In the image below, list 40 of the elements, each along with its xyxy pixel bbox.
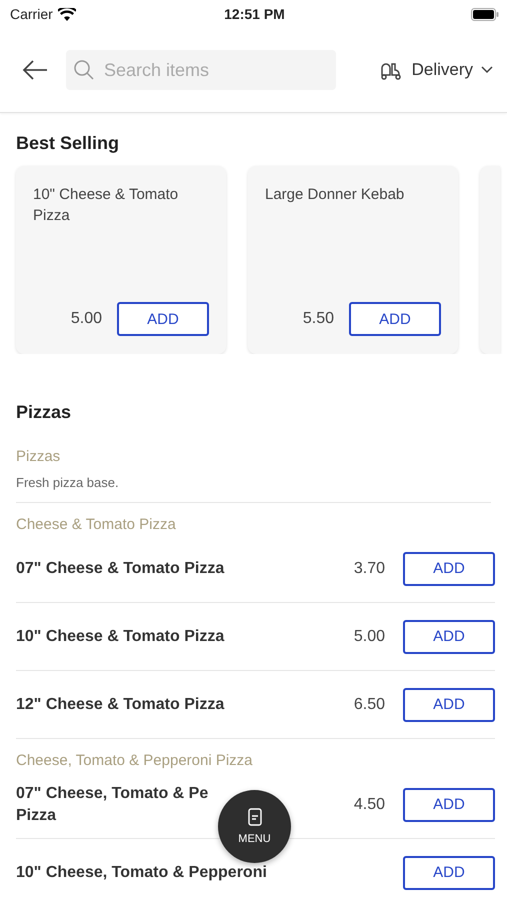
add-button[interactable]: ADD	[117, 302, 209, 336]
item-price: 3.70	[354, 560, 385, 578]
item-name: 07" Cheese & Tomato Pizza	[16, 558, 224, 578]
product-name: 10" Cheese & Tomato Pizza	[33, 185, 180, 226]
add-button[interactable]: ADD	[403, 788, 495, 822]
add-button[interactable]: ADD	[403, 552, 495, 586]
item-name: 10" Cheese & Tomato Pizza	[16, 626, 224, 646]
add-button[interactable]: ADD	[403, 688, 495, 722]
section-heading: Pizzas	[15, 401, 72, 424]
menu-button[interactable]: MENU	[218, 790, 291, 863]
add-button[interactable]: ADD	[403, 856, 495, 890]
clock-text: 12:51 PM	[224, 6, 285, 22]
product-price: 5.50	[302, 310, 334, 328]
product-price: 5.00	[70, 310, 102, 328]
item-price: 4.50	[354, 796, 385, 814]
add-button[interactable]: ADD	[403, 620, 495, 654]
product-card[interactable]: Large Donner Kebab 5.50 ADD	[248, 166, 458, 354]
category-title: Cheese & Tomato Pizza	[15, 515, 177, 535]
back-arrow-icon[interactable]	[22, 60, 48, 80]
item-name: 12" Cheese & Tomato Pizza	[16, 694, 224, 714]
chevron-down-icon	[481, 66, 493, 74]
item-price: 5.00	[354, 628, 385, 646]
menu-icon	[248, 808, 262, 826]
search-box[interactable]: Search items	[66, 50, 336, 90]
delivery-dropdown[interactable]: Delivery	[378, 60, 493, 80]
category-description: Fresh pizza base.	[16, 467, 491, 503]
item-name: 07" Cheese, Tomato & Pe Pizza	[16, 784, 208, 826]
section-heading: Best Selling	[15, 132, 120, 154]
product-card[interactable]: 10" Cheese & Tomato Pizza 5.00 ADD	[16, 166, 226, 354]
wifi-icon	[58, 8, 76, 20]
search-field[interactable]: Search items	[102, 58, 306, 82]
search-icon	[74, 60, 94, 80]
category-title: Pizzas	[15, 447, 62, 467]
product-name: Large Donner Kebab	[265, 185, 406, 205]
item-price: 6.50	[354, 696, 385, 714]
item-name: 10" Cheese, Tomato & Pepperoni	[16, 862, 267, 882]
category-title: Cheese, Tomato & Pepperoni Pizza	[15, 751, 254, 771]
battery-icon	[470, 8, 499, 20]
add-button[interactable]: ADD	[349, 302, 441, 336]
carrier-text: Carrier	[10, 6, 53, 22]
